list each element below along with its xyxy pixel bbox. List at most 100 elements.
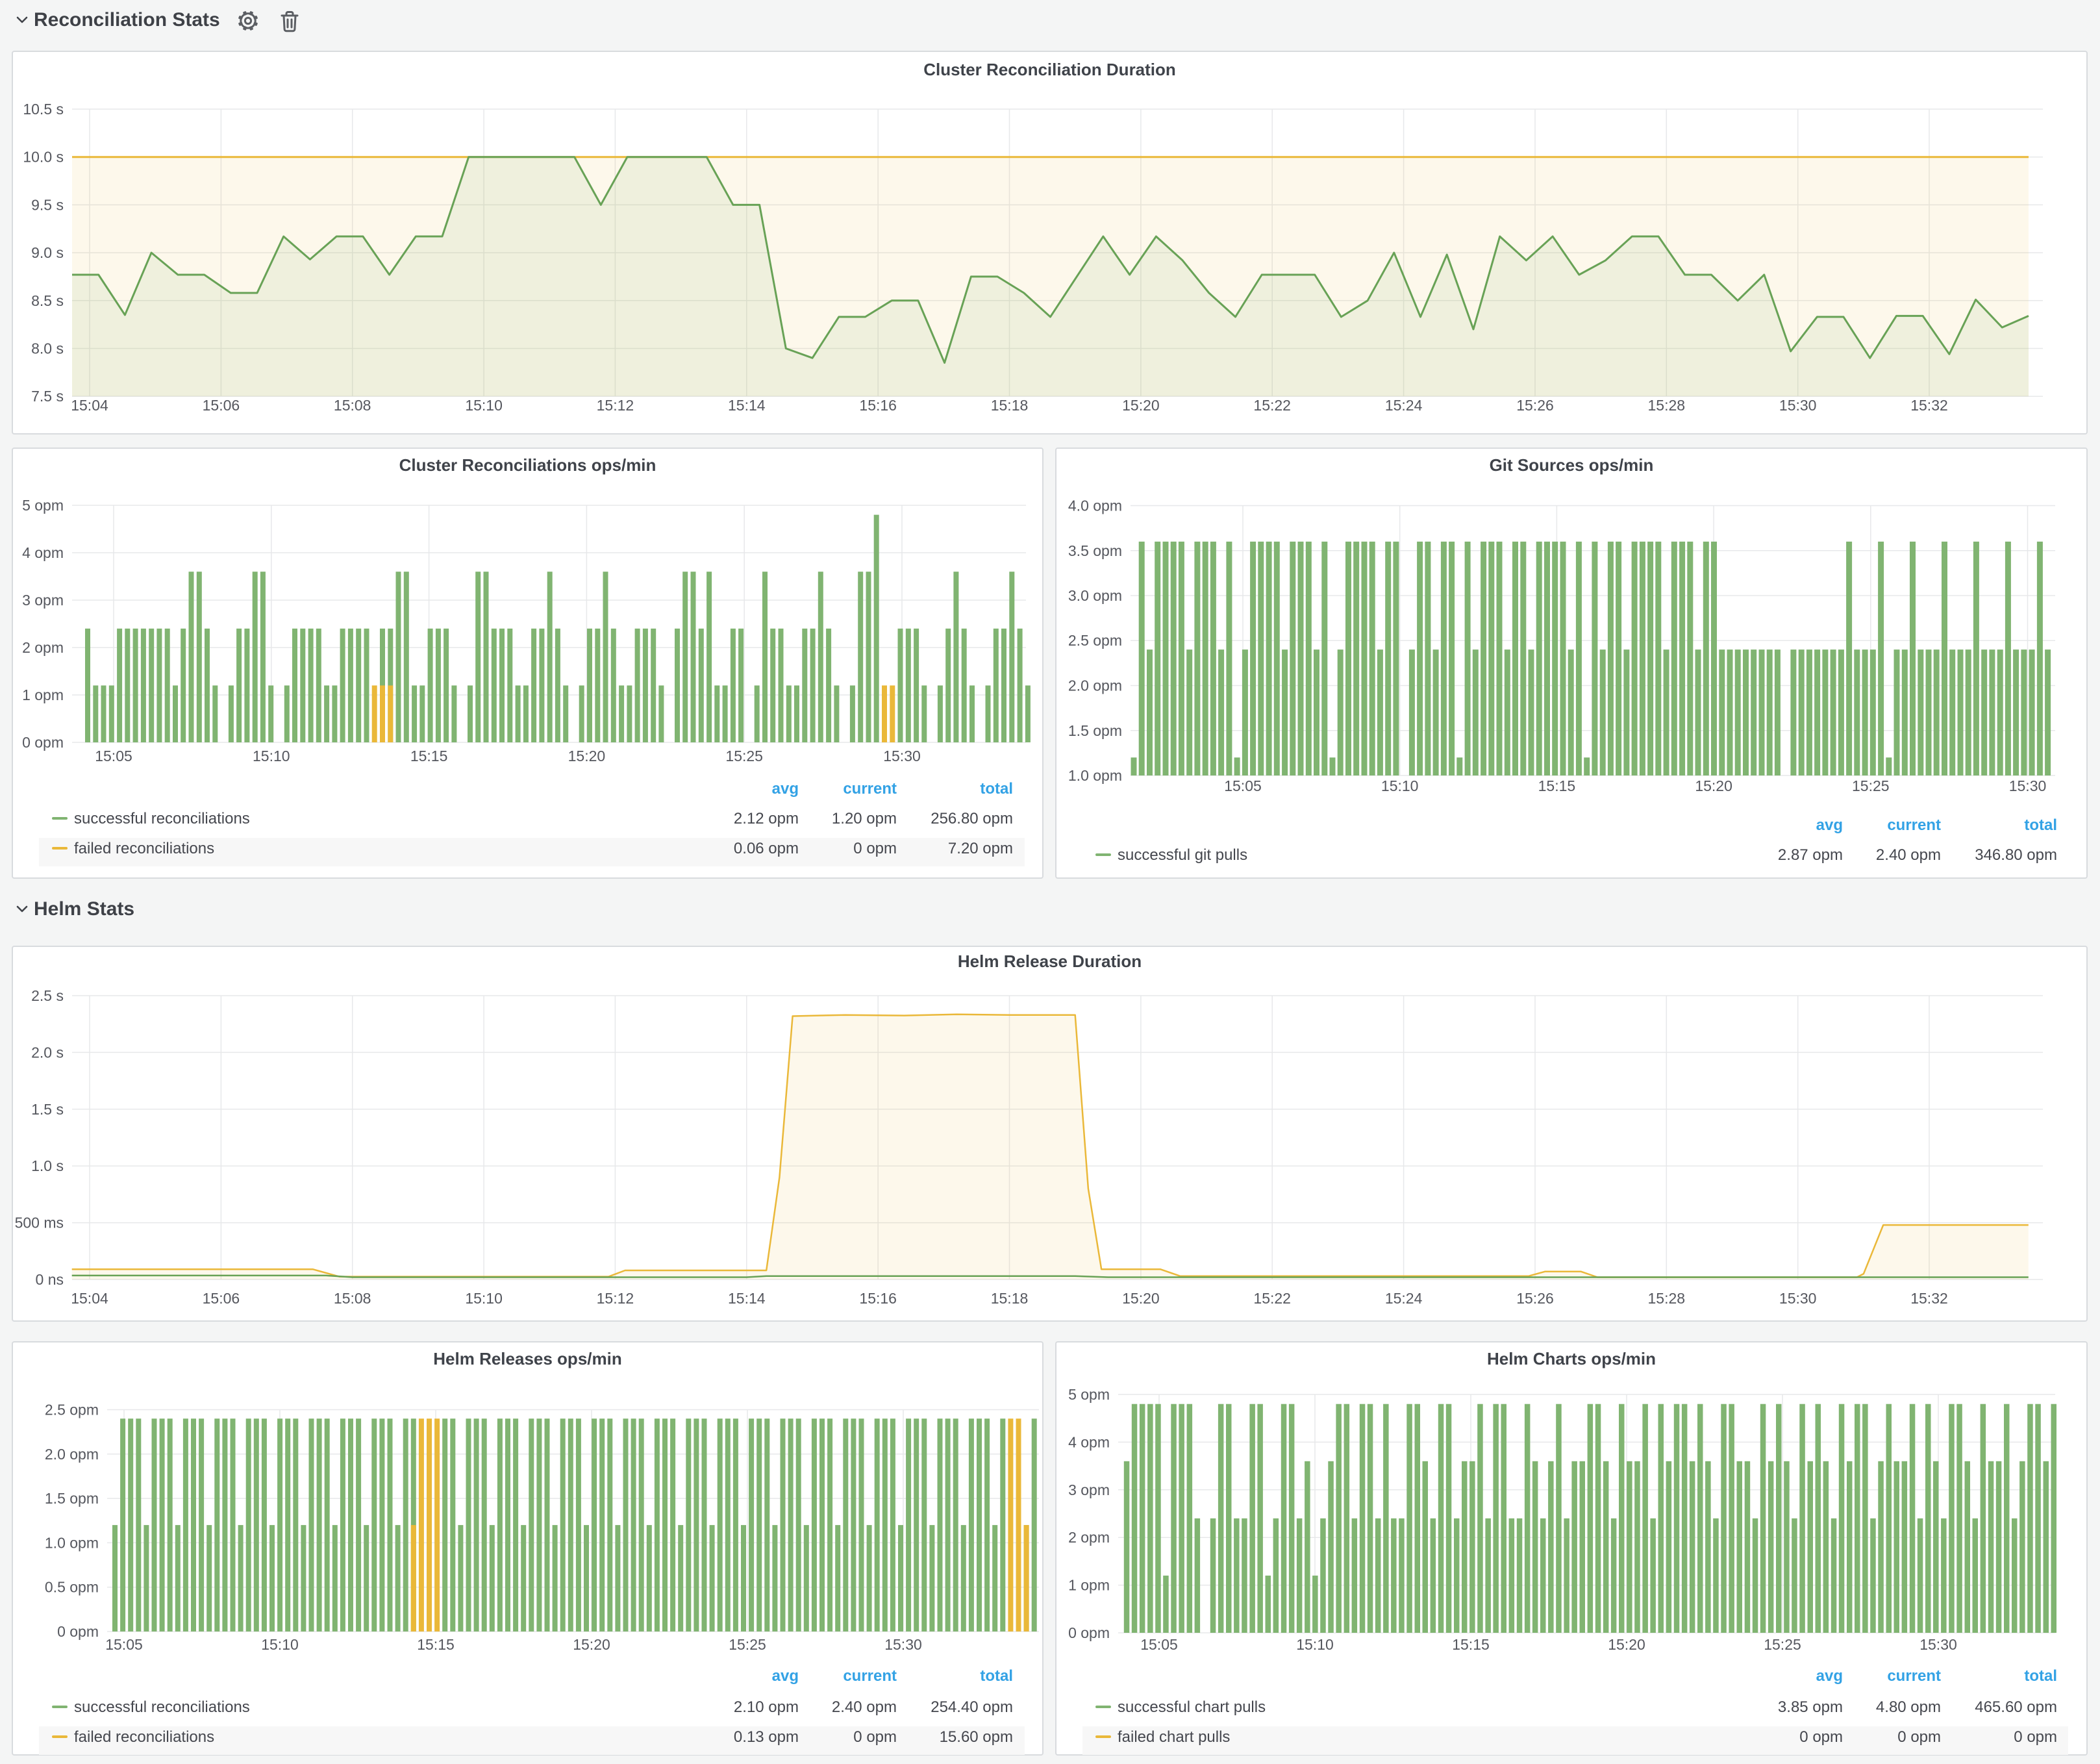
svg-text:successful chart pulls: successful chart pulls [1118, 1698, 1266, 1716]
svg-text:2.12 opm: 2.12 opm [734, 810, 799, 827]
svg-text:15:30: 15:30 [2009, 777, 2047, 794]
svg-text:current: current [843, 1667, 897, 1685]
svg-text:4 opm: 4 opm [22, 544, 64, 561]
svg-text:1.5 opm: 1.5 opm [45, 1490, 99, 1507]
svg-text:failed reconciliations: failed reconciliations [74, 1728, 214, 1746]
svg-text:15:04: 15:04 [71, 397, 108, 414]
svg-text:2.5 opm: 2.5 opm [45, 1402, 99, 1418]
svg-text:total: total [980, 780, 1013, 798]
svg-text:15:22: 15:22 [1253, 397, 1291, 414]
svg-text:successful reconciliations: successful reconciliations [74, 1698, 250, 1716]
svg-text:254.40 opm: 254.40 opm [931, 1698, 1013, 1716]
svg-text:15:30: 15:30 [1779, 397, 1817, 414]
svg-text:total: total [2024, 816, 2057, 834]
svg-text:0 ns: 0 ns [36, 1271, 64, 1288]
svg-text:1.5 opm: 1.5 opm [1068, 722, 1122, 739]
svg-text:3.85 opm: 3.85 opm [1778, 1698, 1843, 1716]
svg-text:15:25: 15:25 [729, 1636, 766, 1653]
svg-text:2.0 opm: 2.0 opm [45, 1446, 99, 1463]
svg-text:15:10: 15:10 [1296, 1636, 1334, 1653]
svg-text:500 ms: 500 ms [15, 1215, 64, 1231]
svg-text:15:25: 15:25 [725, 748, 763, 764]
svg-text:15:08: 15:08 [334, 1290, 371, 1307]
svg-text:0 opm: 0 opm [1799, 1728, 1843, 1746]
svg-text:15:25: 15:25 [1852, 777, 1890, 794]
svg-text:15:20: 15:20 [1608, 1636, 1645, 1653]
svg-text:15:26: 15:26 [1516, 1290, 1554, 1307]
svg-text:0.06 opm: 0.06 opm [734, 840, 799, 857]
svg-text:9.0 s: 9.0 s [31, 244, 64, 261]
svg-text:15:20: 15:20 [1122, 1290, 1160, 1307]
svg-text:10.5 s: 10.5 s [23, 101, 64, 118]
svg-text:15:05: 15:05 [105, 1636, 143, 1653]
svg-text:0.5 opm: 0.5 opm [45, 1579, 99, 1596]
svg-text:7.5 s: 7.5 s [31, 388, 64, 405]
svg-text:15:12: 15:12 [597, 1290, 634, 1307]
svg-text:15:05: 15:05 [1224, 777, 1262, 794]
svg-text:0 opm: 0 opm [853, 840, 897, 857]
svg-text:total: total [980, 1667, 1013, 1685]
svg-text:7.20 opm: 7.20 opm [948, 840, 1013, 857]
svg-text:15:24: 15:24 [1385, 1290, 1423, 1307]
svg-text:256.80 opm: 256.80 opm [931, 810, 1013, 827]
svg-text:3 opm: 3 opm [1068, 1481, 1110, 1498]
svg-text:3.5 opm: 3.5 opm [1068, 542, 1122, 559]
svg-text:avg: avg [772, 1667, 799, 1685]
svg-text:2.40 opm: 2.40 opm [832, 1698, 897, 1716]
svg-text:15:10: 15:10 [253, 748, 290, 764]
svg-text:1.5 s: 1.5 s [31, 1101, 64, 1118]
svg-text:2 opm: 2 opm [22, 639, 64, 656]
svg-text:avg: avg [1816, 816, 1843, 834]
svg-text:Helm Releases ops/min: Helm Releases ops/min [433, 1349, 621, 1368]
svg-text:15:16: 15:16 [859, 397, 897, 414]
svg-text:3 opm: 3 opm [22, 592, 64, 609]
svg-text:15:18: 15:18 [991, 1290, 1029, 1307]
svg-text:2.87 opm: 2.87 opm [1778, 846, 1843, 864]
svg-text:2.40 opm: 2.40 opm [1876, 846, 1941, 864]
svg-text:15:20: 15:20 [568, 748, 606, 764]
svg-text:15:15: 15:15 [1538, 777, 1576, 794]
svg-text:4 opm: 4 opm [1068, 1433, 1110, 1450]
svg-text:0 opm: 0 opm [2014, 1728, 2057, 1746]
svg-text:2.5 opm: 2.5 opm [1068, 632, 1122, 649]
svg-text:0 opm: 0 opm [1897, 1728, 1941, 1746]
svg-text:1 opm: 1 opm [22, 687, 64, 703]
svg-text:15:05: 15:05 [95, 748, 132, 764]
svg-text:15:05: 15:05 [1140, 1636, 1178, 1653]
svg-text:4.80 opm: 4.80 opm [1876, 1698, 1941, 1716]
svg-text:3.0 opm: 3.0 opm [1068, 587, 1122, 604]
svg-text:2.5 s: 2.5 s [31, 987, 64, 1004]
svg-text:15:26: 15:26 [1516, 397, 1554, 414]
svg-text:15:18: 15:18 [991, 397, 1029, 414]
svg-text:15:12: 15:12 [597, 397, 634, 414]
svg-text:0 opm: 0 opm [1068, 1624, 1110, 1641]
svg-text:Cluster Reconciliations ops/mi: Cluster Reconciliations ops/min [399, 455, 656, 475]
svg-text:1.0 s: 1.0 s [31, 1157, 64, 1174]
svg-text:15:15: 15:15 [410, 748, 448, 764]
svg-text:15.60 opm: 15.60 opm [940, 1728, 1013, 1746]
svg-text:15:28: 15:28 [1648, 1290, 1686, 1307]
svg-text:9.5 s: 9.5 s [31, 196, 64, 213]
svg-text:Helm Release Duration: Helm Release Duration [958, 951, 1142, 971]
svg-text:successful reconciliations: successful reconciliations [74, 810, 250, 827]
svg-text:failed chart pulls: failed chart pulls [1118, 1728, 1230, 1746]
svg-text:Helm Charts ops/min: Helm Charts ops/min [1487, 1349, 1656, 1368]
svg-text:15:14: 15:14 [728, 397, 766, 414]
svg-text:15:06: 15:06 [203, 1290, 240, 1307]
svg-text:Git Sources ops/min: Git Sources ops/min [1490, 455, 1654, 475]
svg-text:10.0 s: 10.0 s [23, 149, 64, 166]
svg-text:346.80 opm: 346.80 opm [1975, 846, 2057, 864]
svg-text:15:25: 15:25 [1764, 1636, 1801, 1653]
svg-text:465.60 opm: 465.60 opm [1975, 1698, 2057, 1716]
svg-text:0 opm: 0 opm [22, 734, 64, 751]
svg-text:5 opm: 5 opm [22, 497, 64, 514]
svg-text:current: current [843, 780, 897, 798]
svg-text:15:20: 15:20 [1695, 777, 1732, 794]
svg-text:15:14: 15:14 [728, 1290, 766, 1307]
svg-text:0 opm: 0 opm [853, 1728, 897, 1746]
svg-text:15:22: 15:22 [1253, 1290, 1291, 1307]
svg-text:successful git pulls: successful git pulls [1118, 846, 1247, 864]
svg-text:0 opm: 0 opm [57, 1623, 99, 1640]
svg-text:current: current [1887, 1667, 1941, 1685]
svg-text:8.0 s: 8.0 s [31, 340, 64, 357]
